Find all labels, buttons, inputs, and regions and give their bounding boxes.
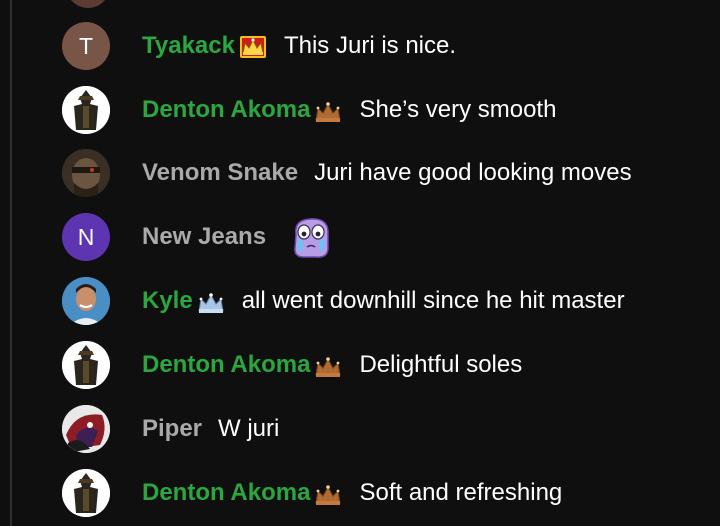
avatar[interactable] — [62, 405, 110, 453]
author-name[interactable]: Piper — [142, 414, 202, 444]
author-name[interactable]: New Jeans — [142, 222, 266, 252]
message-text: She’s very smooth — [359, 96, 557, 123]
gold-crown-icon — [238, 32, 268, 60]
avatar-letter: T — [78, 32, 94, 59]
chat-message: Venom Snake Juri have good looking moves — [62, 148, 712, 198]
silver-crown-icon — [196, 287, 226, 315]
bronze-crown-icon — [313, 351, 343, 379]
message-content: Piper W juri — [142, 414, 279, 444]
dark-figure-icon — [62, 469, 110, 517]
avatar[interactable]: T — [62, 22, 110, 70]
dark-figure-icon — [62, 86, 110, 134]
message-text: Soft and refreshing — [359, 479, 563, 506]
message-text: This Juri is nice. — [283, 32, 457, 59]
chat-message: Denton Akoma She’s very smooth — [62, 85, 712, 135]
chat-message: Kyle all went downhill since he hit mast… — [62, 276, 712, 326]
chat-message: N New Jeans — [62, 212, 712, 262]
author-name[interactable]: Tyakack — [142, 31, 235, 61]
author-name[interactable]: Kyle — [142, 286, 193, 316]
dark-figure-icon — [62, 341, 110, 389]
message-content: Kyle all went downhill since he hit mast… — [142, 286, 625, 316]
message-text: Delightful soles — [359, 351, 523, 378]
avatar[interactable] — [62, 149, 110, 197]
author-name[interactable]: Denton Akoma — [142, 350, 310, 380]
message-text: W juri — [218, 415, 280, 442]
previous-message-avatar[interactable] — [66, 0, 110, 8]
character-art-icon — [62, 405, 110, 453]
portrait-icon — [62, 149, 110, 197]
profile-photo-icon — [62, 277, 110, 325]
chat-left-border — [0, 0, 12, 526]
chat-message: T Tyakack This Juri is nice. — [62, 21, 712, 71]
avatar-letter: N — [77, 223, 95, 250]
author-name[interactable]: Denton Akoma — [142, 478, 310, 508]
message-content: Denton Akoma Soft and refreshing — [142, 478, 562, 508]
avatar[interactable] — [62, 277, 110, 325]
avatar[interactable]: N — [62, 213, 110, 261]
bronze-crown-icon — [313, 96, 343, 124]
live-chat-panel: T Tyakack This Juri is nice. Denton Akom… — [0, 0, 720, 526]
author-name[interactable]: Venom Snake — [142, 158, 298, 188]
avatar[interactable] — [62, 341, 110, 389]
bronze-crown-icon — [313, 479, 343, 507]
chat-message: Denton Akoma Delightful soles — [62, 340, 712, 390]
chat-message: Denton Akoma Soft and refreshing — [62, 468, 712, 518]
message-content: Denton Akoma She’s very smooth — [142, 95, 556, 125]
message-content: New Jeans — [142, 214, 334, 260]
message-content: Denton Akoma Delightful soles — [142, 350, 522, 380]
avatar[interactable] — [62, 469, 110, 517]
message-text: all went downhill since he hit master — [241, 287, 625, 314]
crying-face-emoji[interactable] — [288, 214, 334, 260]
chat-message: Piper W juri — [62, 404, 712, 454]
author-name[interactable]: Denton Akoma — [142, 95, 310, 125]
avatar[interactable] — [62, 86, 110, 134]
message-content: Tyakack This Juri is nice. — [142, 31, 456, 61]
message-content: Venom Snake Juri have good looking moves — [142, 158, 632, 188]
message-text: Juri have good looking moves — [314, 159, 632, 186]
